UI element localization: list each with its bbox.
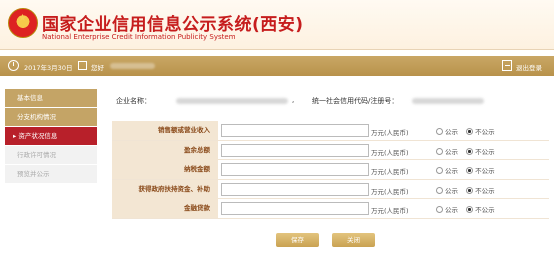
company-info: 企业名称： , 统一社会信用代码/注册号： [116,96,546,108]
subsidy-input[interactable] [221,182,369,196]
sidebar-item-preview[interactable]: 预览并公示 [5,165,97,183]
sidebar-nav: 基本信息 分支机构情况 ▸ 资产状况信息 行政许可情况 预览并公示 [5,89,97,184]
field-label: 纳税金额 [112,160,218,179]
clock-icon [8,60,19,71]
unit-label: 万元(人民币) [371,148,409,157]
tax-input[interactable] [221,163,369,176]
radio-public[interactable]: 公示 [436,167,458,175]
close-button[interactable]: 关闭 [332,233,375,247]
radio-public[interactable]: 公示 [436,147,458,156]
radio-private[interactable]: 不公示 [466,186,495,195]
credit-code-label: 统一社会信用代码/注册号： [312,97,399,105]
field-label: 获得政府扶持资金、补助 [112,179,218,199]
user-icon [78,61,87,70]
sidebar-item-assets[interactable]: ▸ 资产状况信息 [5,127,97,145]
field-label: 金融贷款 [112,199,218,218]
form-row: 获得政府扶持资金、补助 万元(人民币) 公示 不公示 [112,179,549,199]
publicity-radio-group: 公示 不公示 [436,146,501,156]
publicity-radio-group: 公示 不公示 [436,126,501,136]
field-label: 盈余总额 [112,140,218,160]
publicity-radio-group: 公示 不公示 [436,185,501,195]
radio-private[interactable]: 不公示 [466,147,495,156]
revenue-input[interactable] [221,124,369,137]
sidebar-item-label: 资产状况信息 [18,132,58,140]
logout-icon[interactable] [502,60,512,71]
redacted-username [110,63,155,69]
form-row: 销售额或营业收入 万元(人民币) 公示 不公示 [112,121,549,141]
redacted-credit-code [412,98,484,104]
separator: , [292,96,295,104]
radio-private[interactable]: 不公示 [466,128,495,136]
company-name-label: 企业名称： [116,97,151,105]
sidebar-item-licenses[interactable]: 行政许可情况 [5,146,97,164]
loan-input[interactable] [221,202,369,215]
greeting-label: 您好 [91,64,104,72]
site-title: 国家企业信用信息公示系统(西安) [42,15,304,35]
radio-private[interactable]: 不公示 [466,206,495,214]
redacted-company-name [176,98,288,104]
publicity-radio-group: 公示 不公示 [436,204,501,214]
save-button[interactable]: 保存 [276,233,319,247]
publicity-radio-group: 公示 不公示 [436,165,501,175]
unit-label: 万元(人民币) [371,168,409,176]
radio-public[interactable]: 公示 [436,186,458,195]
sidebar-item-branches[interactable]: 分支机构情况 [5,108,97,126]
site-header: ★ 国家企业信用信息公示系统(西安) National Enterprise C… [0,0,554,50]
current-date: 2017年3月30日 [24,64,73,72]
top-bar: 2017年3月30日 您好 退出登录 [0,56,554,76]
form-row: 金融贷款 万元(人民币) 公示 不公示 [112,199,549,219]
form-row: 纳税金额 万元(人民币) 公示 不公示 [112,160,549,180]
logout-link[interactable]: 退出登录 [516,62,542,72]
unit-label: 万元(人民币) [371,187,409,196]
asset-form: 销售额或营业收入 万元(人民币) 公示 不公示 盈余总额 万元(人民币) 公示 … [112,121,549,219]
unit-label: 万元(人民币) [371,207,409,215]
unit-label: 万元(人民币) [371,129,409,137]
radio-public[interactable]: 公示 [436,128,458,136]
radio-public[interactable]: 公示 [436,206,458,214]
radio-private[interactable]: 不公示 [466,167,495,175]
form-row: 盈余总额 万元(人民币) 公示 不公示 [112,140,549,160]
national-emblem-icon: ★ [8,8,38,38]
field-label: 销售额或营业收入 [112,121,218,140]
site-subtitle: National Enterprise Credit Information P… [42,33,236,41]
sidebar-item-basic-info[interactable]: 基本信息 [5,89,97,107]
profit-input[interactable] [221,143,369,157]
